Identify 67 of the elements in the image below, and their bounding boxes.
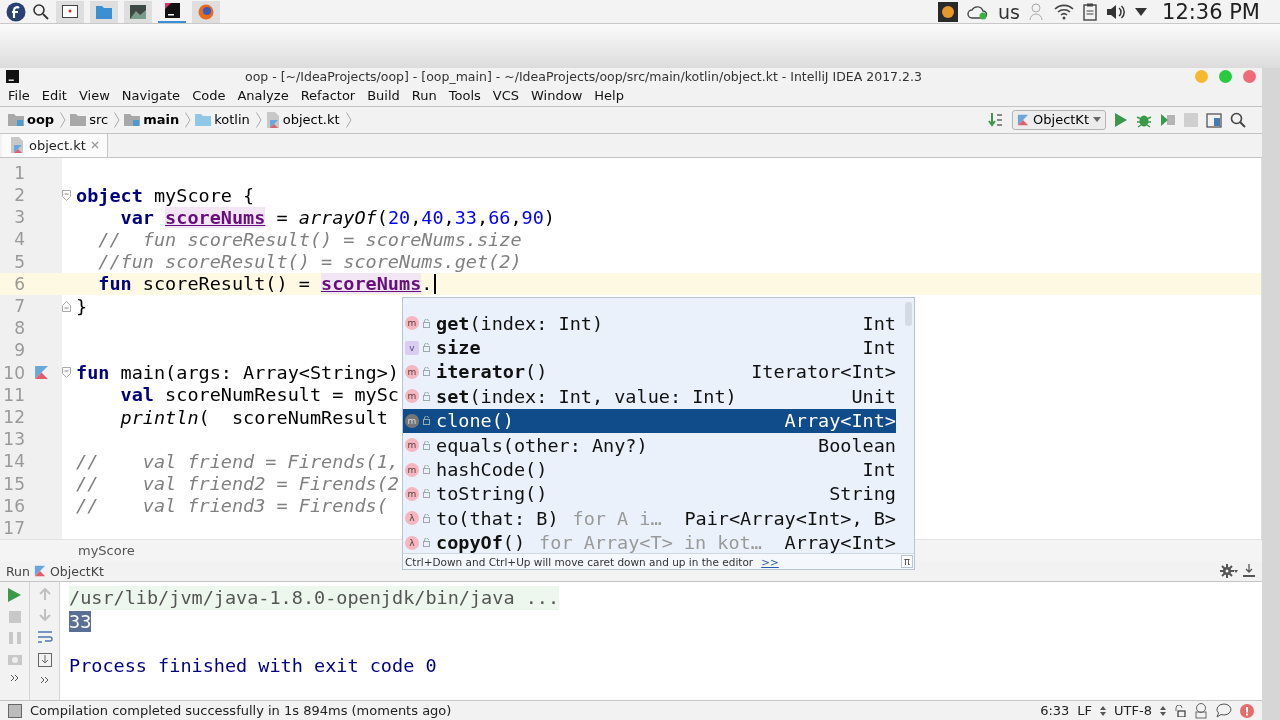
code-line: object myScore { xyxy=(76,184,255,206)
line-number: 4 xyxy=(13,228,25,251)
member-signature: copyOf() xyxy=(436,532,526,554)
line-number: 17 xyxy=(2,516,25,540)
code-line: println( scoreNumResult xyxy=(119,406,388,428)
status-message: Compilation completed successfully in 1s 894ms (moments ago) xyxy=(30,703,452,718)
return-type: Array<Int> xyxy=(784,532,896,554)
member-kind-icon: λ xyxy=(405,511,419,526)
member-signature: clone() xyxy=(436,410,514,432)
member-signature: toString() xyxy=(436,483,548,505)
line-number: 12 xyxy=(2,405,25,429)
return-type: Int xyxy=(862,312,896,334)
tool-window-title: Run xyxy=(6,563,30,579)
line-number: 16 xyxy=(2,494,25,517)
receiver-hint: for A i… xyxy=(572,507,662,529)
line-number: 9 xyxy=(13,339,25,362)
member-signature: size xyxy=(436,337,481,359)
code-line: // val friend3 = Firends( xyxy=(76,495,388,517)
window-title: oop - [~/IdeaProjects/oop] - [oop_main] - ~/IdeaProjects/oop/src/main/kotlin/object.kt - IntelliJ IDEA 2017.2.3 xyxy=(244,69,923,85)
member-signature: hashCode() xyxy=(436,459,548,481)
console-line: /usr/lib/jvm/java-1.8.0-openjdk/bin/java ... xyxy=(69,587,560,609)
line-number: 5 xyxy=(13,250,25,273)
member-kind-icon: m xyxy=(405,364,419,379)
return-type: String xyxy=(829,483,896,505)
line-number: 3 xyxy=(13,206,25,229)
return-type: Boolean xyxy=(818,434,896,456)
member-kind-icon: m xyxy=(405,486,419,501)
member-kind-icon: v xyxy=(405,340,419,355)
return-type: Unit xyxy=(851,385,896,407)
code-line: fun scoreResult() = scoreNums. xyxy=(97,273,433,295)
line-number: 2 xyxy=(13,184,25,207)
code-line: // val friend = Firends(1, xyxy=(76,450,399,472)
line-number: 15 xyxy=(2,472,25,495)
line-number: 11 xyxy=(2,383,25,406)
member-signature: to(that: B) xyxy=(436,507,559,529)
completion-tip: Ctrl+Down and Ctrl+Up will move caret down and up in the editor xyxy=(405,555,754,568)
member-kind-icon: m xyxy=(405,462,419,477)
code-line: // val friend2 = Firends(2 xyxy=(76,473,399,495)
return-type: Pair<Array<Int>, B> xyxy=(684,507,896,529)
member-signature: equals(other: Any?) xyxy=(436,434,648,456)
code-line: // fun scoreResult() = scoreNums.size xyxy=(97,229,522,251)
line-number: 10 xyxy=(2,361,25,384)
return-type: Iterator<Int> xyxy=(751,361,896,383)
line-number: 8 xyxy=(13,317,25,340)
member-signature: get(index: Int) xyxy=(436,312,604,334)
code-line: } xyxy=(76,295,88,317)
return-type: Int xyxy=(862,337,896,359)
code-line: val scoreNumResult = mySc xyxy=(119,384,399,406)
member-kind-icon: m xyxy=(405,316,419,331)
line-number: 7 xyxy=(13,295,25,318)
code-line: fun main(args: Array<String>) xyxy=(76,362,399,384)
return-type: Int xyxy=(862,459,896,481)
member-signature: iterator() xyxy=(436,361,548,383)
code-line: //fun scoreResult() = scoreNums.get(2) xyxy=(97,251,522,273)
member-kind-icon: λ xyxy=(405,535,419,550)
member-kind-icon: m xyxy=(405,389,419,404)
return-type: Array<Int> xyxy=(784,410,896,432)
line-number: 6 xyxy=(13,272,25,296)
console-line: Process finished with exit code 0 xyxy=(69,655,437,677)
line-number: 13 xyxy=(2,428,25,451)
line-number: 14 xyxy=(2,450,25,473)
line-number: 1 xyxy=(13,161,25,185)
member-kind-icon: m xyxy=(405,438,419,453)
member-signature: set(index: Int, value: Int) xyxy=(436,385,737,407)
code-line: var scoreNums = arrayOf(20,40,33,66,90) xyxy=(119,206,555,228)
receiver-hint: for Array<T> in kot… xyxy=(539,532,762,554)
member-kind-icon: m xyxy=(405,413,419,428)
